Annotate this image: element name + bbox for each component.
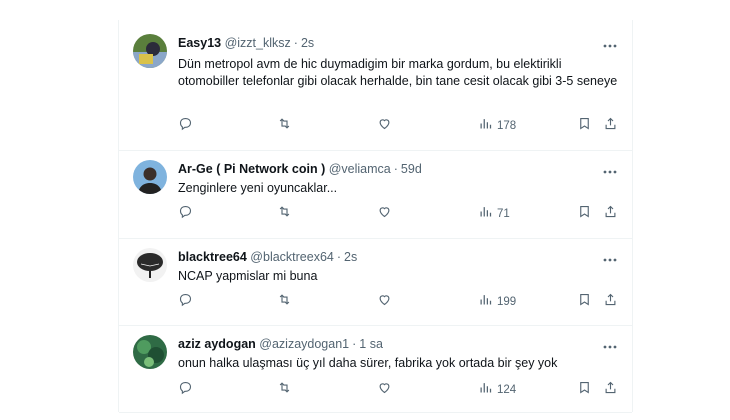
- views-button[interactable]: 199: [478, 293, 516, 311]
- more-icon[interactable]: [602, 339, 618, 355]
- author-name[interactable]: Ar-Ge ( Pi Network coin ): [178, 162, 325, 176]
- retweet-button[interactable]: [277, 117, 292, 135]
- tweet-actions: 178: [178, 117, 618, 135]
- reply-icon: [178, 116, 193, 136]
- share-icon: [603, 380, 618, 400]
- share-icon: [603, 204, 618, 224]
- tweet-text: onun halka ulaşması üç yıl daha sürer, f…: [178, 356, 558, 370]
- share-button[interactable]: [603, 293, 618, 311]
- reply-icon: [178, 292, 193, 312]
- views-icon: [478, 380, 493, 400]
- views-icon: [478, 204, 493, 224]
- like-button[interactable]: [377, 293, 392, 311]
- author-handle[interactable]: @azizaydogan1: [259, 337, 349, 351]
- tweet-header: Ar-Ge ( Pi Network coin ) @veliamca · 59d: [178, 160, 422, 178]
- views-button[interactable]: 178: [478, 117, 516, 135]
- reply-button[interactable]: [178, 117, 193, 135]
- tweet[interactable]: Easy13 @izzt_klksz · 2s Dün metropol avm d…: [119, 20, 632, 151]
- tweet-actions: 124: [178, 381, 618, 399]
- author-name[interactable]: aziz aydogan: [178, 337, 256, 351]
- heart-icon: [377, 380, 392, 400]
- bookmark-icon: [577, 204, 592, 224]
- tweet-text: Dün metropol avm de hic duymadigim bir m…: [178, 57, 618, 88]
- views-count: 199: [497, 296, 517, 308]
- more-icon[interactable]: [602, 252, 618, 268]
- reply-button[interactable]: [178, 381, 193, 399]
- tweet-text: Zenginlere yeni oyuncaklar...: [178, 181, 338, 195]
- avatar[interactable]: [133, 34, 167, 68]
- author-name[interactable]: blacktree64: [178, 250, 247, 264]
- tweet[interactable]: blacktree64 @blacktreex64 · 2s NCAP yapmis…: [119, 238, 632, 326]
- more-icon[interactable]: [602, 164, 618, 180]
- bookmark-button[interactable]: [577, 381, 592, 399]
- like-button[interactable]: [377, 117, 392, 135]
- tweet[interactable]: aziz aydogan @azizaydogan1 · 1 sa onun hal…: [119, 325, 632, 413]
- bookmark-icon: [577, 292, 592, 312]
- separator-dot: ·: [336, 250, 342, 264]
- author-name[interactable]: Easy13: [178, 36, 221, 50]
- retweet-icon: [277, 292, 292, 312]
- more-icon[interactable]: [602, 38, 618, 54]
- like-button[interactable]: [377, 381, 392, 399]
- heart-icon: [377, 292, 392, 312]
- heart-icon: [377, 116, 392, 136]
- views-button[interactable]: 124: [478, 381, 516, 399]
- replies-feed: Easy13 @izzt_klksz · 2s Dün metropol avm d…: [118, 20, 633, 413]
- like-button[interactable]: [377, 205, 392, 223]
- reply-icon: [178, 380, 193, 400]
- timestamp[interactable]: 2s: [344, 250, 357, 264]
- tweet[interactable]: Ar-Ge ( Pi Network coin ) @veliamca · 59d …: [119, 150, 632, 239]
- retweet-button[interactable]: [277, 205, 292, 223]
- reply-icon: [178, 204, 193, 224]
- timestamp[interactable]: 59d: [401, 162, 422, 176]
- views-icon: [478, 116, 493, 136]
- share-button[interactable]: [603, 117, 618, 135]
- bookmark-button[interactable]: [577, 205, 592, 223]
- timestamp[interactable]: 1 sa: [359, 337, 383, 351]
- share-button[interactable]: [603, 381, 618, 399]
- retweet-icon: [277, 116, 292, 136]
- tweet-text: NCAP yapmislar mi buna: [178, 269, 318, 283]
- share-icon: [603, 116, 618, 136]
- tweet-actions: 71: [178, 205, 618, 223]
- bookmark-icon: [577, 380, 592, 400]
- views-count: 124: [497, 384, 517, 396]
- separator-dot: ·: [352, 337, 357, 351]
- reply-button[interactable]: [178, 293, 193, 311]
- tweet-header: blacktree64 @blacktreex64 · 2s: [178, 248, 357, 266]
- retweet-button[interactable]: [277, 381, 292, 399]
- avatar[interactable]: [133, 335, 167, 369]
- share-icon: [603, 292, 618, 312]
- author-handle[interactable]: @blacktreex64: [250, 250, 334, 264]
- tweet-actions: 199: [178, 293, 618, 311]
- bookmark-icon: [577, 116, 592, 136]
- reply-button[interactable]: [178, 205, 193, 223]
- bookmark-button[interactable]: [577, 293, 592, 311]
- author-handle[interactable]: @veliamca: [329, 162, 391, 176]
- views-count: 178: [497, 120, 517, 132]
- heart-icon: [377, 204, 392, 224]
- views-icon: [478, 292, 493, 312]
- separator-dot: ·: [293, 36, 298, 50]
- author-handle[interactable]: @izzt_klksz: [225, 36, 291, 50]
- bookmark-button[interactable]: [577, 117, 592, 135]
- retweet-button[interactable]: [277, 293, 292, 311]
- share-button[interactable]: [603, 205, 618, 223]
- avatar[interactable]: [133, 248, 167, 282]
- views-count: 71: [497, 208, 510, 220]
- timestamp[interactable]: 2s: [301, 36, 314, 50]
- views-button[interactable]: 71: [478, 205, 510, 223]
- avatar[interactable]: [133, 160, 167, 194]
- tweet-header: Easy13 @izzt_klksz · 2s: [178, 34, 314, 52]
- tweet-header: aziz aydogan @azizaydogan1 · 1 sa: [178, 335, 383, 353]
- retweet-icon: [277, 204, 292, 224]
- retweet-icon: [277, 380, 292, 400]
- separator-dot: ·: [393, 162, 398, 176]
